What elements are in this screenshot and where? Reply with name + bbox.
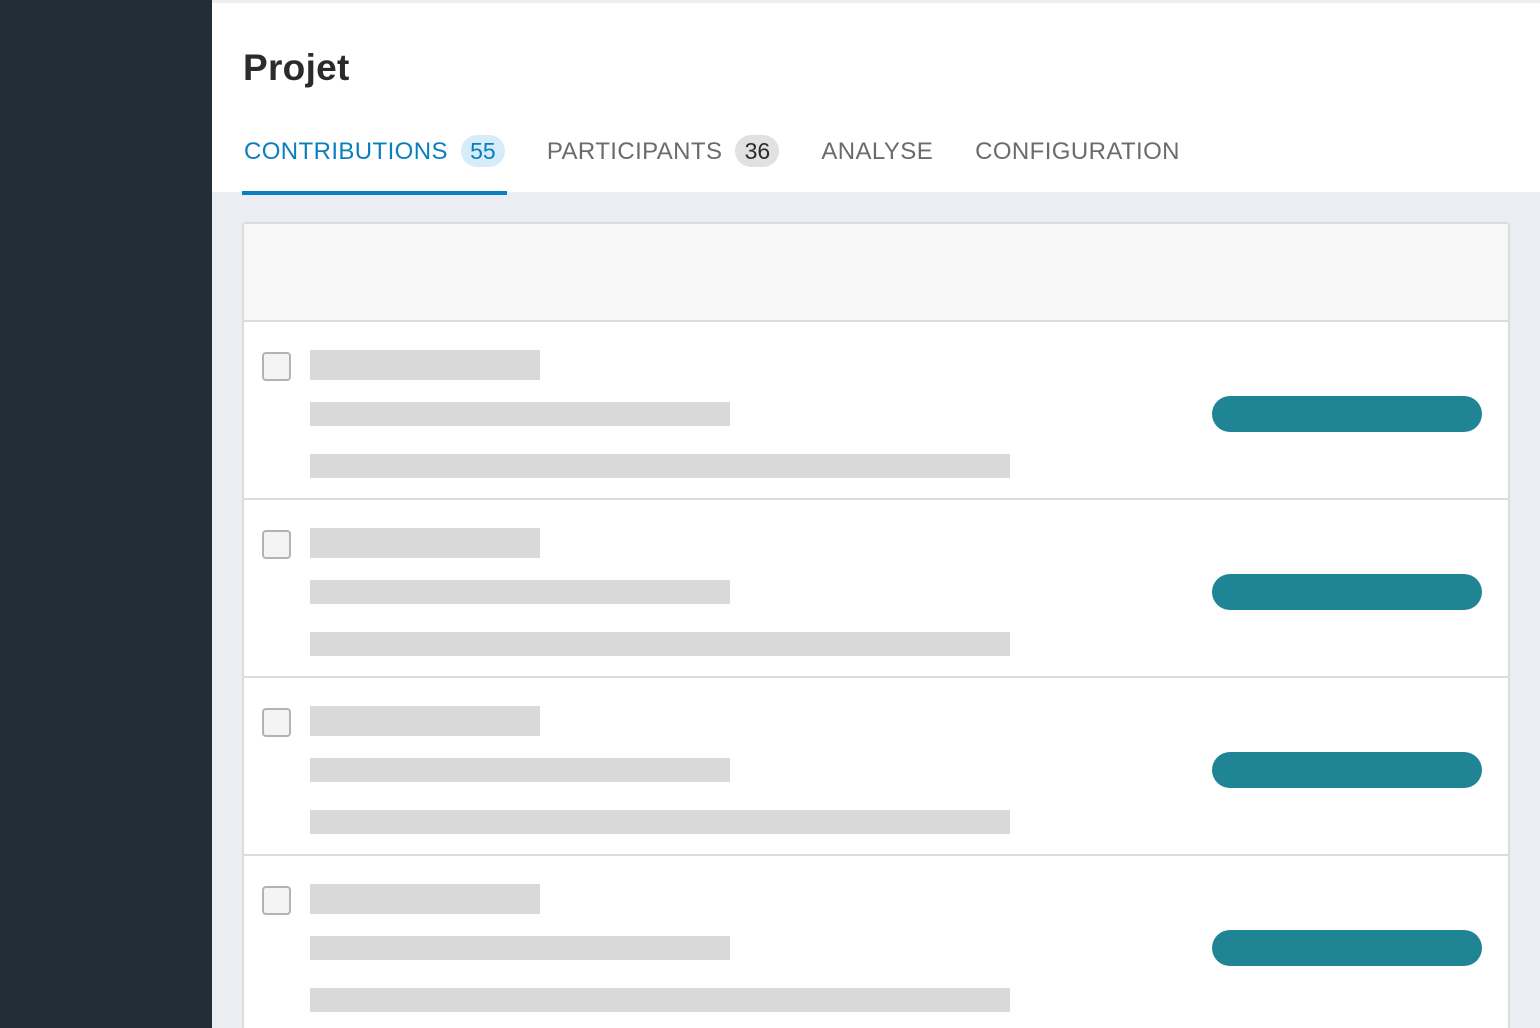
- row-checkbox[interactable]: [262, 886, 291, 915]
- skeleton-line: [310, 936, 730, 960]
- tab-configuration[interactable]: CONFIGURATION: [973, 132, 1182, 195]
- skeleton-line: [310, 580, 730, 604]
- tab-analyse[interactable]: ANALYSE: [819, 132, 935, 195]
- list-item: [244, 856, 1508, 1028]
- list-item: [244, 678, 1508, 856]
- tab-label: PARTICIPANTS: [546, 138, 723, 165]
- tab-bar: CONTRIBUTIONS 55 PARTICIPANTS 36 ANALYSE…: [242, 132, 1220, 195]
- tab-contributions[interactable]: CONTRIBUTIONS 55: [242, 132, 507, 195]
- status-pill[interactable]: [1212, 396, 1482, 432]
- skeleton-title: [310, 706, 540, 736]
- sidebar: [0, 0, 212, 1028]
- skeleton-title: [310, 350, 540, 380]
- skeleton-title: [310, 884, 540, 914]
- row-checkbox[interactable]: [262, 352, 291, 381]
- skeleton-title: [310, 528, 540, 558]
- row-checkbox[interactable]: [262, 708, 291, 737]
- skeleton-line: [310, 810, 1010, 834]
- panel-header: [244, 224, 1508, 322]
- list-item: [244, 322, 1508, 500]
- status-pill[interactable]: [1212, 930, 1482, 966]
- contributions-panel: [242, 222, 1510, 1028]
- status-pill[interactable]: [1212, 752, 1482, 788]
- tab-label: CONFIGURATION: [975, 138, 1180, 165]
- tab-participants[interactable]: PARTICIPANTS 36: [545, 132, 782, 195]
- status-pill[interactable]: [1212, 574, 1482, 610]
- count-badge: 36: [735, 135, 780, 167]
- list-item: [244, 500, 1508, 678]
- skeleton-line: [310, 454, 1010, 478]
- skeleton-line: [310, 632, 1010, 656]
- skeleton-line: [310, 988, 1010, 1012]
- page-title: Projet: [243, 47, 350, 88]
- skeleton-line: [310, 402, 730, 426]
- tab-label: CONTRIBUTIONS: [244, 138, 448, 165]
- row-checkbox[interactable]: [262, 530, 291, 559]
- count-badge: 55: [460, 135, 505, 167]
- tab-label: ANALYSE: [821, 138, 934, 165]
- page-header: Projet CONTRIBUTIONS 55 PARTICIPANTS 36 …: [212, 0, 1540, 195]
- skeleton-line: [310, 758, 730, 782]
